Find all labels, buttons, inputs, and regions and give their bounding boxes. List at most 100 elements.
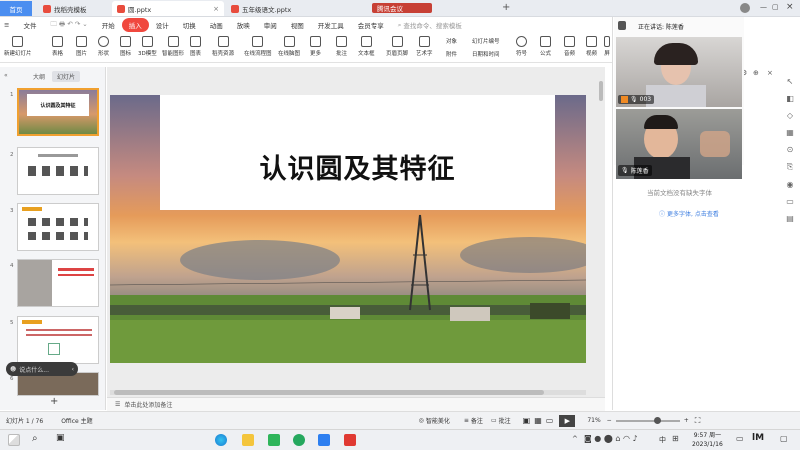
start-icon[interactable] — [8, 434, 20, 446]
menu-animation[interactable]: 动画 — [203, 20, 230, 30]
reading-view-icon[interactable]: ▭ — [546, 416, 554, 425]
comments-toggle[interactable]: ▭ 批注 — [491, 416, 511, 425]
zoom-level[interactable]: 71% — [587, 417, 600, 424]
chat-app-icon[interactable] — [293, 434, 305, 446]
smart-beautify-button[interactable]: ◎ 智能美化 — [419, 416, 450, 425]
hamburger-icon[interactable]: ≡ — [0, 21, 16, 29]
shape-button[interactable]: 形状 — [98, 36, 109, 57]
ime-indicator[interactable]: 中 — [659, 435, 666, 445]
close-window-button[interactable]: × — [786, 2, 794, 12]
slide-thumb-3[interactable] — [17, 203, 99, 251]
tray-icons[interactable]: ◙ ● ⬤ ⌂ ◠ ♪ — [584, 434, 638, 443]
search-icon[interactable]: ⌕ — [32, 433, 38, 444]
play-button[interactable]: ▶ — [559, 414, 576, 427]
sorter-view-icon[interactable]: ▦ — [534, 416, 542, 425]
current-slide[interactable]: 认识圆及其特征 — [110, 95, 586, 363]
video-participant-003[interactable]: 🎙 003 — [616, 37, 742, 107]
tencent-meeting-icon[interactable] — [318, 434, 330, 446]
zoom-slider[interactable] — [615, 416, 680, 424]
new-slide-button[interactable]: 新建幻灯片 — [4, 36, 32, 57]
header-footer-button[interactable]: 页眉页脚 — [386, 36, 408, 57]
wps-icon[interactable] — [344, 434, 356, 446]
clock[interactable]: 9:57 周一 2023/1/16 — [692, 431, 723, 449]
maximize-button[interactable]: ▢ — [772, 3, 779, 11]
horizontal-scrollbar[interactable] — [110, 390, 586, 395]
normal-view-icon[interactable]: ▣ — [523, 416, 531, 425]
smartart-button[interactable]: 智能图形 — [162, 36, 184, 57]
app-tray-icon[interactable]: lM — [752, 433, 764, 443]
menu-file[interactable]: 文件 — [16, 20, 43, 30]
video-button[interactable]: 视频 — [586, 36, 597, 57]
menu-developer[interactable]: 开发工具 — [311, 20, 351, 30]
date-time-button[interactable]: 日期和时间 — [472, 50, 500, 58]
more-button[interactable]: 更多 — [310, 36, 321, 57]
flowchart-button[interactable]: 在线流程图 — [244, 36, 272, 57]
tab-home[interactable]: 首页 — [0, 1, 32, 16]
mindmap-button[interactable]: 在线脑图 — [278, 36, 300, 57]
style-icon[interactable]: ◧ — [786, 94, 794, 103]
slide-thumb-4[interactable] — [17, 259, 99, 307]
screen-button[interactable]: 屏 — [604, 36, 610, 57]
chevron-up-icon[interactable]: ^ — [572, 435, 578, 443]
notes-toggle[interactable]: ≡ 备注 — [464, 416, 483, 425]
avatar[interactable] — [740, 3, 750, 13]
menu-transition[interactable]: 切换 — [176, 20, 203, 30]
ime-icon[interactable]: ⊞ — [672, 434, 679, 443]
collapse-panel-icon[interactable]: « — [4, 72, 8, 79]
tab-slides[interactable]: 幻灯片 — [52, 71, 81, 82]
menu-insert[interactable]: 插入 — [121, 18, 149, 32]
title-placeholder[interactable]: 认识圆及其特征 — [160, 95, 555, 210]
task-view-icon[interactable]: ▣ — [56, 433, 65, 443]
fit-window-icon[interactable]: ⛶ — [695, 416, 701, 426]
layout-icon[interactable]: ▦ — [786, 128, 794, 137]
zoom-in-button[interactable]: + — [684, 417, 689, 424]
location-icon[interactable]: ◉ — [787, 180, 794, 189]
quick-access-icons[interactable]: 🗀 🖶 ↶ ↷ ⌄ — [43, 20, 94, 31]
add-slide-button[interactable]: + — [50, 396, 58, 407]
menu-design[interactable]: 设计 — [149, 20, 176, 30]
picture-button[interactable]: 图片 — [76, 36, 87, 57]
3d-model-button[interactable]: 3D模型 — [138, 36, 157, 57]
menu-review[interactable]: 审阅 — [257, 20, 284, 30]
audio-button[interactable]: 音频 — [564, 36, 575, 57]
file-explorer-icon[interactable] — [242, 434, 254, 446]
zoom-out-button[interactable]: − — [607, 417, 612, 424]
edge-icon[interactable] — [215, 434, 227, 446]
icon-button[interactable]: 图标 — [120, 36, 131, 57]
slide-thumb-5[interactable] — [17, 316, 99, 364]
chevron-left-icon[interactable]: ‹ — [72, 366, 74, 373]
object-button[interactable]: 对象 — [446, 37, 457, 45]
tab-tencent-meeting[interactable]: 腾讯会议 — [372, 3, 432, 13]
menu-member[interactable]: 会员专享 — [351, 20, 391, 30]
tab-grade5-chinese-pptx[interactable]: 五年级语文.pptx — [226, 1, 338, 16]
chart-button[interactable]: 图表 — [190, 36, 201, 57]
vertical-scrollbar[interactable] — [599, 81, 603, 101]
docer-resources-button[interactable]: 稻壳资源 — [212, 36, 234, 57]
notification-icon[interactable]: ▭ — [736, 434, 744, 443]
wechat-icon[interactable] — [268, 434, 280, 446]
show-desktop-icon[interactable]: ▢ — [780, 434, 788, 443]
wordart-button[interactable]: 艺术字 — [416, 36, 433, 57]
symbol-button[interactable]: 符号 — [516, 36, 527, 57]
close-icon[interactable]: × — [767, 69, 773, 77]
menu-slideshow[interactable]: 放映 — [230, 20, 257, 30]
menu-start[interactable]: 开始 — [95, 20, 122, 30]
notes-pane[interactable]: ☰ 单击此处添加备注 — [107, 397, 605, 411]
image-icon[interactable]: ▤ — [786, 214, 794, 223]
pin-icon[interactable]: ⊕ — [753, 69, 759, 77]
attachment-button[interactable]: 附件 — [446, 50, 457, 58]
table-button[interactable]: 表格 — [52, 36, 63, 57]
slide-number-button[interactable]: 幻灯片编号 — [472, 37, 500, 45]
command-search[interactable]: ⌕ 查找命令、搜索模板 — [391, 20, 469, 31]
shape-icon[interactable]: ◇ — [787, 111, 793, 120]
meeting-chat-input[interactable]: ☻ 说点什么... ‹ — [6, 362, 78, 376]
animation-icon[interactable]: ⊙ — [787, 145, 794, 154]
slide-thumb-2[interactable] — [17, 147, 99, 195]
slide-thumb-1[interactable]: 认识圆及其特征 — [17, 88, 99, 136]
transition-icon[interactable]: ⎘ — [787, 162, 793, 172]
tab-outline[interactable]: 大纲 — [28, 71, 50, 82]
tab-circle-pptx[interactable]: 圆.pptx × — [112, 1, 224, 16]
select-icon[interactable]: ↖ — [787, 77, 794, 86]
more-fonts-link[interactable]: ⓘ 更多字体, 点击查看 — [659, 209, 719, 218]
zoom-handle[interactable] — [653, 416, 661, 424]
